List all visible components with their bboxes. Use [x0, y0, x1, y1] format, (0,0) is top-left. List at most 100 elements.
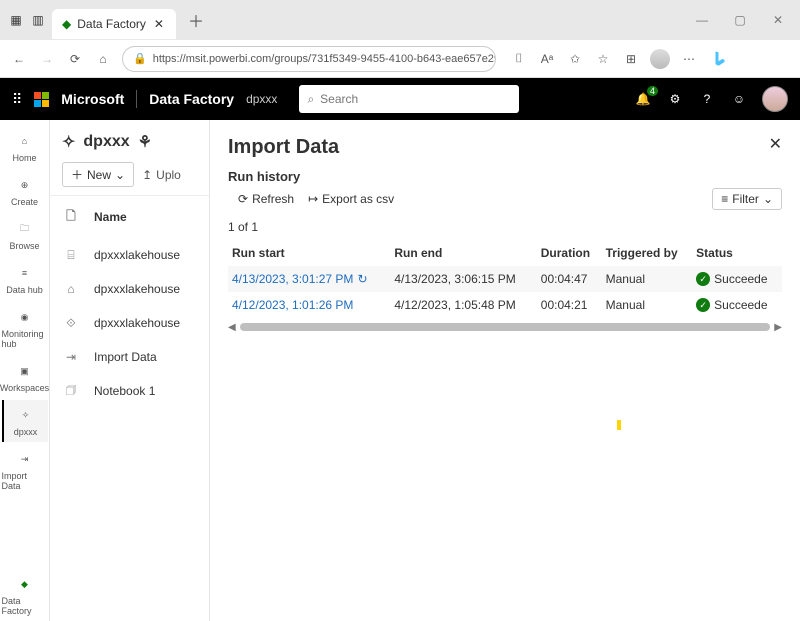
bing-icon[interactable]: [708, 47, 732, 71]
microsoft-logo-icon: [34, 92, 49, 107]
filter-button[interactable]: ≡Filter⌄: [712, 188, 782, 210]
monitoring-icon: ◉: [15, 307, 35, 327]
favorites-icon[interactable]: ☆: [594, 50, 612, 68]
list-item[interactable]: ⇥Import Data: [50, 340, 209, 374]
rail-data-factory[interactable]: ◆Data Factory: [2, 569, 48, 621]
cell-text: 4/12/2023, 1:01:26 PM: [232, 298, 353, 312]
list-item[interactable]: ⟐dpxxxlakehouse: [50, 306, 209, 340]
settings-icon[interactable]: ⚙: [666, 90, 684, 108]
filter-icon: ≡: [721, 192, 728, 206]
new-button[interactable]: ＋New⌄: [62, 162, 134, 187]
list-item[interactable]: ⌂dpxxxlakehouse: [50, 272, 209, 306]
extensions-icon[interactable]: ⊞: [622, 50, 640, 68]
scroll-left-icon[interactable]: ◀: [228, 322, 236, 333]
cell-triggered-by: Manual: [602, 292, 693, 318]
search-input[interactable]: ⌕ Search: [299, 85, 519, 113]
table-row[interactable]: 4/12/2023, 1:01:26 PM 4/12/2023, 1:05:48…: [228, 292, 782, 318]
endpoint-icon: ⌂: [62, 280, 80, 298]
run-start-link[interactable]: 4/12/2023, 1:01:26 PM: [232, 298, 386, 312]
forward-icon[interactable]: →: [38, 50, 56, 68]
rail-label: dpxxx: [14, 427, 38, 437]
cell-duration: 00:04:47: [537, 266, 602, 292]
row-count: 1 of 1: [228, 220, 782, 234]
col-triggered-by[interactable]: Triggered by: [602, 240, 693, 266]
rail-home[interactable]: ⌂Home: [2, 126, 48, 168]
rail-monitoring[interactable]: ◉Monitoring hub: [2, 302, 48, 354]
window-close-icon[interactable]: ✕: [764, 10, 792, 30]
col-run-start[interactable]: Run start: [228, 240, 390, 266]
col-run-end[interactable]: Run end: [390, 240, 536, 266]
filter-label: Filter: [732, 192, 759, 206]
notebook-icon: 🗇: [62, 382, 80, 400]
breadcrumb[interactable]: dpxxx: [246, 92, 277, 106]
list-item[interactable]: ⌸dpxxxlakehouse: [50, 238, 209, 272]
rail-import-data[interactable]: ⇥Import Data: [2, 444, 48, 496]
scroll-right-icon[interactable]: ▶: [774, 322, 782, 333]
profile-avatar-icon[interactable]: [650, 49, 670, 69]
app-launcher-icon[interactable]: ⠿: [12, 91, 22, 108]
back-icon[interactable]: ←: [10, 50, 28, 68]
browser-tab[interactable]: ◆ Data Factory ✕: [52, 9, 176, 39]
col-status[interactable]: Status: [692, 240, 782, 266]
success-icon: ✓: [696, 298, 710, 312]
notifications-icon[interactable]: 🔔4: [634, 90, 652, 108]
table-row[interactable]: 4/13/2023, 3:01:27 PM↻ 4/13/2023, 3:06:1…: [228, 266, 782, 292]
list-header: 🗋 Name: [50, 196, 209, 238]
user-avatar-icon[interactable]: [762, 86, 788, 112]
browser-tabstrip: ▦ ▥ ◆ Data Factory ✕ ＋ — ▢ ✕: [0, 0, 800, 40]
workspace-name: dpxxx: [83, 133, 129, 151]
more-icon[interactable]: ⋯: [680, 50, 698, 68]
feedback-icon[interactable]: ☺: [730, 90, 748, 108]
url-input[interactable]: 🔒 https://msit.powerbi.com/groups/731f53…: [122, 46, 496, 72]
status-text: Succeede: [714, 272, 767, 286]
item-name: Notebook 1: [94, 384, 155, 398]
chevron-down-icon: ⌄: [115, 168, 125, 182]
url-text: https://msit.powerbi.com/groups/731f5349…: [153, 53, 496, 65]
home-icon[interactable]: ⌂: [94, 50, 112, 68]
rail-dpxxx[interactable]: ✧dpxxx: [2, 400, 48, 442]
tab-favicon: ◆: [62, 17, 71, 31]
run-history-table: Run start Run end Duration Triggered by …: [228, 240, 782, 318]
read-aloud-icon[interactable]: Aᵃ: [538, 50, 556, 68]
cell-triggered-by: Manual: [602, 266, 693, 292]
refresh-button[interactable]: ⟳Refresh: [238, 192, 294, 206]
tab-collections-icon[interactable]: ▥: [30, 12, 46, 28]
close-panel-icon[interactable]: ✕: [769, 134, 782, 154]
rail-label: Home: [12, 153, 36, 163]
rail-workspaces[interactable]: ▣Workspaces: [2, 356, 48, 398]
run-start-link[interactable]: 4/13/2023, 3:01:27 PM↻: [232, 272, 386, 286]
browse-icon: 🗀: [15, 219, 35, 239]
tab-title: Data Factory: [77, 17, 146, 31]
pipeline-item-icon: ⇥: [62, 348, 80, 366]
workspace-settings-icon[interactable]: ⚘: [138, 132, 152, 152]
tab-close-icon[interactable]: ✕: [152, 17, 166, 31]
col-duration[interactable]: Duration: [537, 240, 602, 266]
rail-create[interactable]: ⊕Create: [2, 170, 48, 212]
shopping-icon[interactable]: ⌷: [510, 50, 528, 68]
new-tab-button[interactable]: ＋: [182, 8, 204, 32]
tab-overview-icon[interactable]: ▦: [8, 12, 24, 28]
rerun-icon[interactable]: ↻: [357, 272, 367, 286]
export-csv-button[interactable]: ↦Export as csv: [308, 192, 394, 206]
lock-icon: 🔒: [133, 52, 147, 65]
app-name[interactable]: Data Factory: [149, 91, 234, 107]
name-column[interactable]: Name: [94, 210, 127, 224]
favorites-add-icon[interactable]: ✩: [566, 50, 584, 68]
scroll-track[interactable]: [240, 323, 771, 331]
upload-button[interactable]: ↥Uplo: [142, 168, 181, 182]
lakehouse-icon: ⌸: [62, 246, 80, 264]
help-icon[interactable]: ?: [698, 90, 716, 108]
data-hub-icon: ≡: [15, 263, 35, 283]
cell-run-end: 4/12/2023, 1:05:48 PM: [390, 292, 536, 318]
window-minimize-icon[interactable]: —: [688, 10, 716, 30]
horizontal-scrollbar[interactable]: ◀ ▶: [228, 320, 782, 334]
list-item[interactable]: 🗇 Notebook 1: [50, 374, 209, 408]
rail-browse[interactable]: 🗀Browse: [2, 214, 48, 256]
rail-data-hub[interactable]: ≡Data hub: [2, 258, 48, 300]
cursor-artifact: [617, 420, 621, 430]
cell-status: ✓Succeede: [696, 272, 778, 286]
refresh-icon[interactable]: ⟳: [66, 50, 84, 68]
status-text: Succeede: [714, 298, 767, 312]
window-maximize-icon[interactable]: ▢: [726, 10, 754, 30]
export-label: Export as csv: [322, 192, 394, 206]
